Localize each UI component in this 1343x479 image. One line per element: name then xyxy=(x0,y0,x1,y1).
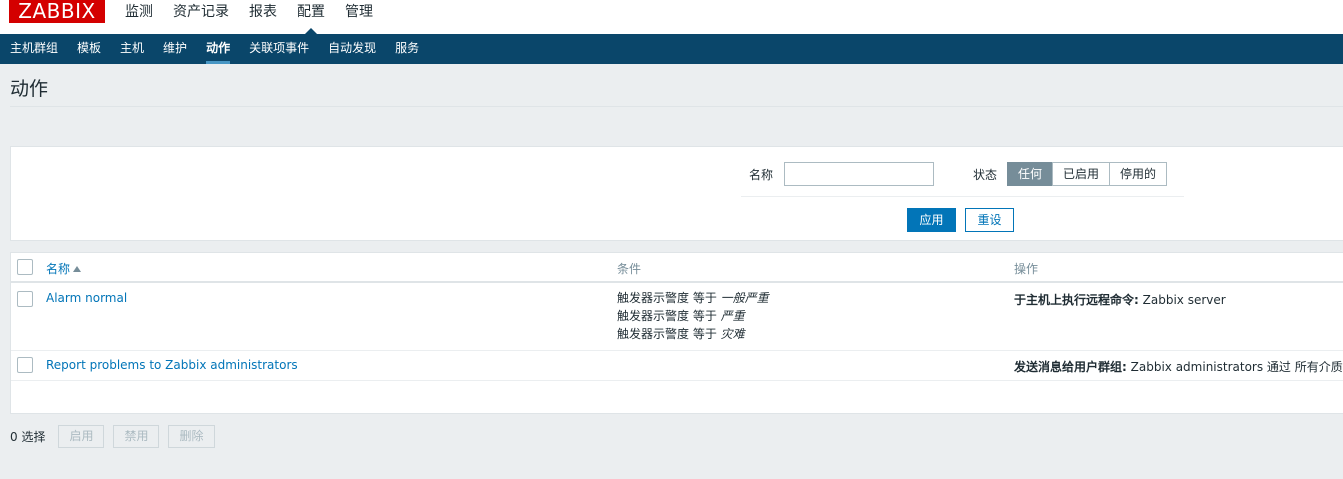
subnav-maintenance[interactable]: 维护 xyxy=(156,34,194,64)
delete-button[interactable]: 删除 xyxy=(168,425,215,448)
main-menu-configuration[interactable]: 配置 xyxy=(290,0,332,34)
row-checkbox[interactable] xyxy=(17,291,33,307)
conditions-cell: 触发器示警度 等于 一般严重 触发器示警度 等于 严重 触发器示警度 等于 灾难 xyxy=(617,289,769,343)
selected-count: 0 选择 xyxy=(10,430,46,444)
zabbix-logo[interactable]: ZABBIX xyxy=(9,0,105,23)
main-menu-monitoring[interactable]: 监测 xyxy=(118,0,160,34)
table-row: Alarm normal 触发器示警度 等于 一般严重 触发器示警度 等于 严重… xyxy=(11,284,1343,351)
select-all-checkbox[interactable] xyxy=(17,259,33,275)
condition-value: 严重 xyxy=(720,309,745,323)
filter-name-label: 名称 xyxy=(749,168,774,182)
condition-line: 触发器示警度 等于 灾难 xyxy=(617,325,769,343)
operation-value: Zabbix server xyxy=(1142,293,1226,307)
title-divider xyxy=(10,106,1343,107)
operation-label: 发送消息给用户群组: xyxy=(1014,360,1127,374)
status-disabled-option[interactable]: 停用的 xyxy=(1109,162,1168,186)
apply-button[interactable]: 应用 xyxy=(907,208,956,232)
header-conditions: 条件 xyxy=(617,262,642,276)
subnav-host-groups[interactable]: 主机群组 xyxy=(3,34,65,64)
condition-prefix: 触发器示警度 等于 xyxy=(617,291,717,305)
filter-divider xyxy=(741,196,1184,197)
status-any-option[interactable]: 任何 xyxy=(1007,162,1054,186)
table-row: Report problems to Zabbix administrators… xyxy=(11,351,1343,381)
main-menu-reports[interactable]: 报表 xyxy=(242,0,284,34)
subnav-services[interactable]: 服务 xyxy=(388,34,426,64)
operation-label: 于主机上执行远程命令: xyxy=(1014,293,1139,307)
action-name-link[interactable]: Report problems to Zabbix administrators xyxy=(46,358,298,372)
top-header: ZABBIX 监测 资产记录 报表 配置 管理 xyxy=(0,0,1343,34)
subnav-event-correlation[interactable]: 关联项事件 xyxy=(242,34,316,64)
subnav-actions[interactable]: 动作 xyxy=(199,34,237,64)
operations-cell: 于主机上执行远程命令: Zabbix server xyxy=(1014,291,1226,308)
filter-panel: 名称 状态 任何 已启用 停用的 应用 重设 xyxy=(10,146,1343,241)
disable-button[interactable]: 禁用 xyxy=(113,425,160,448)
main-menu-inventory[interactable]: 资产记录 xyxy=(166,0,236,34)
condition-line: 触发器示警度 等于 严重 xyxy=(617,307,769,325)
subnav-hosts[interactable]: 主机 xyxy=(113,34,151,64)
condition-prefix: 触发器示警度 等于 xyxy=(617,327,717,341)
condition-value: 一般严重 xyxy=(720,291,769,305)
condition-line: 触发器示警度 等于 一般严重 xyxy=(617,289,769,307)
operation-value: Zabbix administrators 通过 所有介质 xyxy=(1130,360,1343,374)
sort-ascending-icon xyxy=(73,266,82,272)
header-operations: 操作 xyxy=(1014,262,1039,276)
main-menu: 监测 资产记录 报表 配置 管理 xyxy=(118,0,386,34)
subnav-templates[interactable]: 模板 xyxy=(70,34,108,64)
filter-name-input[interactable] xyxy=(784,162,934,186)
main-menu-administration[interactable]: 管理 xyxy=(338,0,380,34)
condition-value: 灾难 xyxy=(720,327,745,341)
condition-prefix: 触发器示警度 等于 xyxy=(617,309,717,323)
mass-actions-bar: 0 选择 启用 禁用 删除 xyxy=(10,425,224,448)
action-name-link[interactable]: Alarm normal xyxy=(46,291,127,305)
enable-button[interactable]: 启用 xyxy=(58,425,105,448)
reset-button[interactable]: 重设 xyxy=(965,208,1014,232)
filter-status-label: 状态 xyxy=(973,168,998,182)
header-name[interactable]: 名称 xyxy=(46,260,82,277)
sub-navigation: 主机群组 模板 主机 维护 动作 关联项事件 自动发现 服务 xyxy=(0,34,1343,64)
page-title: 动作 xyxy=(10,78,49,100)
table-header: 名称 条件 操作 xyxy=(11,253,1343,283)
status-enabled-option[interactable]: 已启用 xyxy=(1052,162,1111,186)
header-name-label: 名称 xyxy=(46,262,71,276)
actions-table: 名称 条件 操作 Alarm normal 触发器示警度 等于 一般严重 触发器… xyxy=(10,252,1343,414)
row-checkbox[interactable] xyxy=(17,357,33,373)
subnav-discovery[interactable]: 自动发现 xyxy=(321,34,383,64)
filter-status-segmented: 任何 已启用 停用的 xyxy=(1007,162,1168,186)
operations-cell: 发送消息给用户群组: Zabbix administrators 通过 所有介质 xyxy=(1014,358,1343,375)
